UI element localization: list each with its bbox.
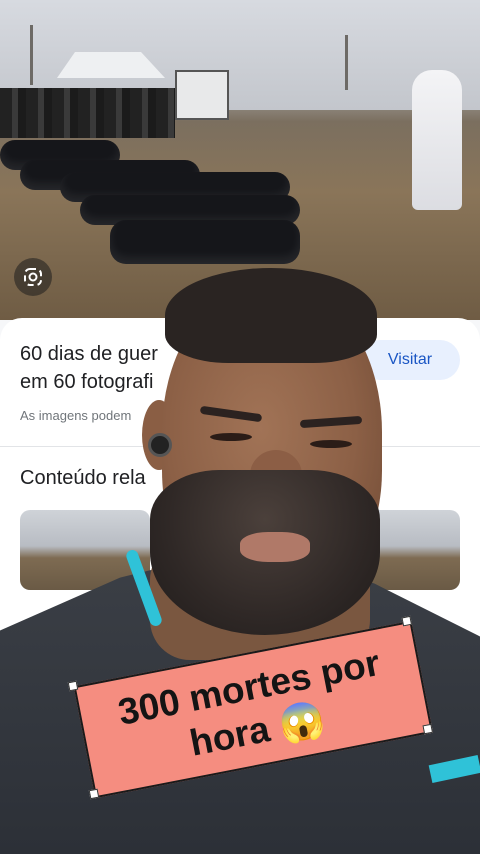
resize-handle[interactable] xyxy=(67,680,79,692)
earring xyxy=(148,433,172,457)
resize-handle[interactable] xyxy=(401,615,413,627)
resize-handle[interactable] xyxy=(422,723,434,735)
resize-handle[interactable] xyxy=(88,788,100,800)
eye xyxy=(310,440,352,448)
caption-text: 300 mortes por hora 😱 xyxy=(115,641,392,778)
scream-emoji-icon: 😱 xyxy=(275,697,329,747)
mouth xyxy=(240,532,310,562)
eye xyxy=(210,433,252,441)
caption-box[interactable]: 300 mortes por hora 😱 xyxy=(73,620,434,799)
hair xyxy=(165,268,377,363)
